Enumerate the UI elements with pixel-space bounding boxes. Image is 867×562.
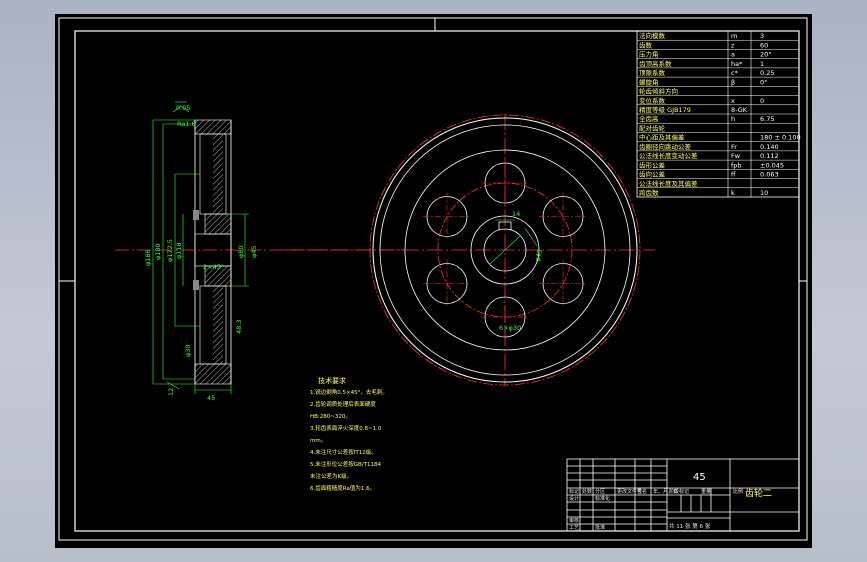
title-block-stage-label: 比例 — [733, 488, 743, 495]
param-name: 中心距及其偏差 — [639, 133, 685, 142]
technical-requirements: 技术要求 1.锐边倒角0.5×45°，去毛刺。 2.齿轮调质处理后表面硬度 HB:2… — [310, 376, 388, 492]
param-value: 60 — [760, 41, 768, 49]
param-name: 齿顶高系数 — [639, 59, 672, 68]
sheet-outer-border — [58, 17, 808, 541]
param-symbol: h — [731, 115, 735, 123]
param-value: 20° — [760, 51, 772, 59]
param-symbol: k — [731, 189, 735, 197]
param-name: 变位系数 — [639, 96, 666, 105]
param-symbol: ha* — [731, 60, 743, 68]
param-symbol: fpb — [731, 161, 742, 169]
title-block-material: 45 — [693, 472, 706, 483]
section-view: 0.05 Ra1.6 φ186 φ180 φ172.5 φ118 φ80 φ45… — [115, 101, 405, 402]
param-value: 6.75 — [760, 115, 774, 123]
param-value: ±0.045 — [760, 161, 784, 169]
dim-face-width: 45 — [207, 394, 215, 402]
tech-req-line: 2.齿轮调质处理后表面硬度 — [310, 400, 376, 408]
param-name: 压力角 — [639, 50, 659, 59]
param-name: 顶隙系数 — [639, 68, 666, 77]
title-block-part-name: 齿轮二 — [745, 487, 772, 499]
param-name: 跨齿数 — [639, 188, 659, 197]
param-name: 齿圈径向跳动公差 — [639, 142, 692, 151]
dim-root-diameter: φ172.5 — [166, 239, 174, 262]
dim-keyway-width: 14 — [512, 210, 520, 218]
param-symbol: z — [731, 41, 735, 49]
param-name: 法向模数 — [639, 31, 666, 40]
rim-top-hatch — [193, 119, 232, 385]
dim-top-tolerance: 0.05 — [176, 104, 190, 112]
tech-req-line: 6.齿面粗糙度Ra值为1.6。 — [310, 484, 375, 492]
dim-hub-diameter: φ80 — [237, 245, 245, 258]
param-value: 0° — [760, 78, 767, 86]
dim-tip-diameter: φ186 — [144, 249, 152, 266]
title-block-label: 工艺 — [569, 525, 579, 531]
cad-viewport[interactable]: 0.05 Ra1.6 φ186 φ180 φ172.5 φ118 φ80 φ45… — [55, 14, 812, 548]
param-name: 配对齿轮 — [639, 123, 666, 132]
drawing-canvas: 0.05 Ra1.6 φ186 φ180 φ172.5 φ118 φ80 φ45… — [58, 17, 808, 541]
tech-req-line: 3.轮齿表面淬火深度0.8~1.0 — [310, 424, 382, 432]
title-block-stage-label: 阶段标记 — [669, 488, 689, 495]
dim-chamfer: 2×45° — [203, 263, 224, 271]
tech-req-line: 5.未注形位公差按GB/T1184 — [310, 460, 381, 468]
param-name: 齿向公差 — [639, 170, 666, 179]
param-value: 0.112 — [760, 152, 779, 160]
param-symbol: c* — [731, 69, 739, 77]
param-value: 0.140 — [760, 143, 779, 151]
param-name: 精度等级 GJB179 — [639, 105, 691, 114]
dim-hole-pattern: φ30 — [184, 344, 192, 357]
dim-web-diameter: φ118 — [175, 242, 183, 259]
title-block-label: 设计 — [569, 495, 579, 502]
param-value: 0.25 — [760, 69, 774, 77]
param-value: 1 — [760, 60, 764, 68]
dim-front-holes: 6×φ30 — [499, 324, 521, 332]
gear-parameter-table: 法向模数 m 3 齿数 z 60 压力角 a 20° 齿顶高系数 ha* 1 顶隙系数 c* 0.25 螺旋角… — [636, 30, 801, 198]
param-value: 180 ± 0.100 — [760, 134, 801, 142]
dim-front-bore: φ45 — [533, 248, 544, 262]
param-name: 公法线长度及其偏差 — [639, 179, 698, 188]
title-block-label: 处数 — [582, 488, 592, 495]
param-name: 齿数 — [639, 40, 653, 49]
tech-req-title: 技术要求 — [318, 376, 346, 385]
dim-bottom-tolerance: 12 — [167, 388, 175, 396]
param-symbol: a — [731, 51, 735, 59]
param-name: 螺旋角 — [639, 77, 659, 86]
title-block-label: 批准 — [595, 524, 605, 531]
tech-req-line: 未注公差为K级。 — [310, 472, 352, 480]
param-value: 0 — [760, 97, 764, 105]
param-name: 齿形公差 — [639, 160, 666, 169]
param-symbol: β — [731, 78, 735, 86]
param-symbol: Fr — [731, 143, 737, 151]
tech-req-line: 1.锐边倒角0.5×45°，去毛刺。 — [310, 388, 388, 396]
tech-req-line: 4.未注尺寸公差按IT12级。 — [310, 448, 377, 456]
title-block-label: 标准化 — [595, 495, 610, 502]
title-block-label: 分区 — [595, 488, 605, 495]
param-symbol: x — [731, 97, 735, 105]
title-block-label: 审核 — [569, 517, 579, 524]
title-block-stage-label: 重量 — [701, 488, 711, 495]
param-name: 公法线长度变动公差 — [639, 151, 698, 160]
tech-req-line: mm。 — [310, 438, 326, 444]
param-symbol: Fw — [731, 152, 741, 160]
title-block-label: 标记 — [569, 488, 579, 495]
param-symbol: ff — [731, 171, 736, 179]
param-name: 全齿高 — [639, 114, 659, 123]
param-value: 3 — [760, 32, 764, 40]
dim-bore-diameter: φ45 — [250, 245, 258, 258]
title-block-label: 签名 — [637, 488, 647, 495]
param-name: 轮齿倾斜方向 — [639, 87, 678, 96]
param-value: 0.063 — [760, 171, 779, 179]
front-view: 14 φ45 6×φ30 — [283, 114, 655, 386]
tech-req-line: HB:280~320。 — [310, 414, 351, 420]
param-symbol: m — [731, 32, 737, 40]
param-symbol: 8-GK — [731, 106, 748, 114]
title-block-sheet: 共 11 张 第 6 张 — [669, 522, 711, 530]
dim-pitch-diameter: φ180 — [154, 243, 162, 260]
param-value: 10 — [760, 189, 768, 197]
dim-keyway-depth: 48.3 — [235, 320, 243, 334]
dim-top-roughness: Ra1.6 — [177, 120, 196, 128]
